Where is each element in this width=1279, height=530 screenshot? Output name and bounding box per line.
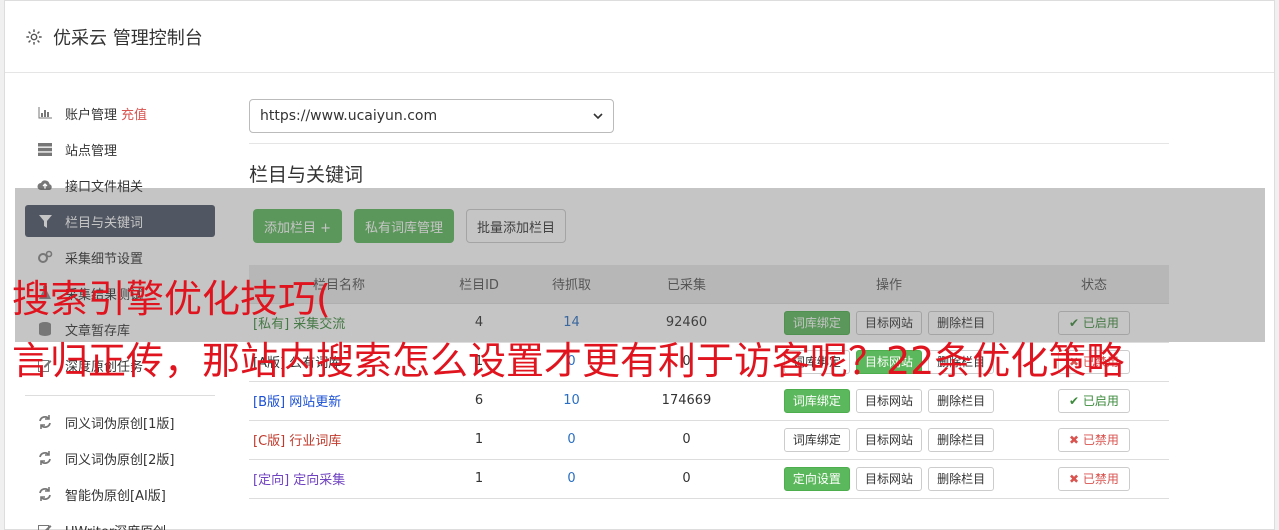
table-row: [定向] 定向采集 1 0 0 定向设置 目标网站 删除栏目 ✖ 已禁用: [249, 459, 1169, 499]
pending-cell[interactable]: 0: [529, 420, 614, 460]
actions-cell: 词库绑定 目标网站 删除栏目: [759, 381, 1019, 421]
sidebar-item-synonym-v2[interactable]: 同义词伪原创[2版]: [25, 442, 215, 474]
banner-line-1: 搜索引擎优化技巧(: [12, 277, 331, 321]
site-select-value: https://www.ucaiyun.com: [260, 108, 438, 124]
sidebar-item-label: UWriter深度原创: [65, 521, 166, 530]
bind-lexicon-button[interactable]: 词库绑定: [783, 388, 850, 413]
banner-line-2: 言归正传，那站内搜索怎么设置才更有利于访客呢？22条优化策略: [12, 339, 1125, 383]
target-site-button[interactable]: 目标网站: [855, 388, 922, 413]
column-name-cell[interactable]: [定向] 定向采集: [249, 459, 429, 499]
table-row: [C版] 行业词库 1 0 0 词库绑定 目标网站 删除栏目 ✖ 已禁用: [249, 420, 1169, 460]
table-row: [B版] 网站更新 6 10 174669 词库绑定 目标网站 删除栏目 ✔ 已…: [249, 381, 1169, 421]
site-select[interactable]: https://www.ucaiyun.com: [249, 99, 614, 133]
sidebar-item-label: 站点管理: [65, 143, 118, 159]
pending-cell[interactable]: 0: [529, 459, 614, 499]
refresh-icon: [37, 414, 53, 430]
main-content: https://www.ucaiyun.com 栏目与关键词 添加栏目 + 私有…: [249, 99, 1169, 499]
actions-cell: 词库绑定 目标网站 删除栏目: [759, 420, 1019, 460]
sidebar-item-label: 智能伪原创[AI版]: [65, 488, 166, 504]
column-name-cell[interactable]: [B版] 网站更新: [249, 381, 429, 421]
divider: [249, 143, 1169, 144]
bar-chart-icon: [37, 105, 53, 121]
column-id-cell: 1: [429, 420, 529, 460]
target-site-button[interactable]: 目标网站: [855, 427, 922, 452]
status-cell: ✔ 已启用: [1019, 381, 1169, 421]
sidebar-item-synonym-v1[interactable]: 同义词伪原创[1版]: [25, 406, 215, 438]
chevron-down-icon: [593, 113, 603, 119]
page-title: 优采云 管理控制台: [53, 27, 203, 49]
collected-cell: 0: [614, 459, 759, 499]
collected-cell: 174669: [614, 381, 759, 421]
column-name-cell[interactable]: [C版] 行业词库: [249, 420, 429, 460]
status-toggle[interactable]: ✖ 已禁用: [1058, 427, 1130, 452]
actions-cell: 定向设置 目标网站 删除栏目: [759, 459, 1019, 499]
server-icon: [37, 141, 53, 157]
delete-column-button[interactable]: 删除栏目: [928, 427, 995, 452]
sidebar-item-label: 同义词伪原创[1版]: [65, 416, 175, 432]
sidebar-divider: [25, 395, 215, 396]
header: 优采云 管理控制台: [5, 1, 1274, 73]
section-title: 栏目与关键词: [249, 164, 364, 186]
collected-cell: 0: [614, 420, 759, 460]
directed-settings-button[interactable]: 定向设置: [783, 466, 850, 491]
column-id-cell: 6: [429, 381, 529, 421]
delete-column-button[interactable]: 删除栏目: [928, 466, 995, 491]
status-toggle[interactable]: ✖ 已禁用: [1058, 466, 1130, 491]
bind-lexicon-button[interactable]: 词库绑定: [783, 427, 850, 452]
pending-cell[interactable]: 10: [529, 381, 614, 421]
edit-icon: [37, 522, 53, 530]
column-id-cell: 1: [429, 459, 529, 499]
status-toggle[interactable]: ✔ 已启用: [1058, 388, 1130, 413]
status-cell: ✖ 已禁用: [1019, 420, 1169, 460]
status-cell: ✖ 已禁用: [1019, 459, 1169, 499]
recharge-link[interactable]: 充值: [121, 104, 147, 123]
sidebar-item-uwriter[interactable]: UWriter深度原创: [25, 514, 215, 530]
sidebar-item-sites[interactable]: 站点管理: [25, 133, 215, 165]
sidebar-item-account[interactable]: 账户管理 充值: [25, 97, 215, 129]
refresh-icon: [37, 450, 53, 466]
refresh-icon: [37, 486, 53, 502]
target-site-button[interactable]: 目标网站: [855, 466, 922, 491]
sidebar-item-label: 账户管理: [65, 107, 118, 123]
sidebar-item-ai-rewrite[interactable]: 智能伪原创[AI版]: [25, 478, 215, 510]
delete-column-button[interactable]: 删除栏目: [928, 388, 995, 413]
gear-icon: [26, 28, 42, 45]
sidebar-item-label: 同义词伪原创[2版]: [65, 452, 175, 468]
